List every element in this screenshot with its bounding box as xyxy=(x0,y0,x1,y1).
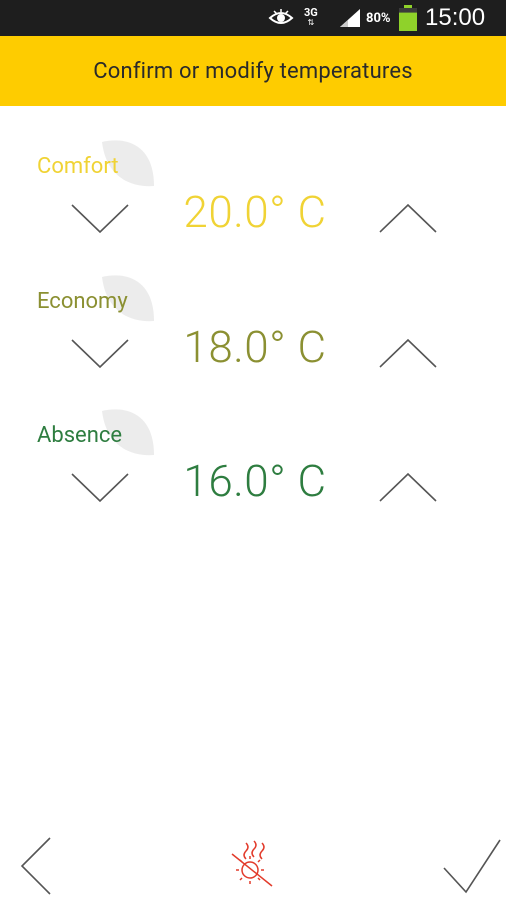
temperature-row-comfort: Comfort 20.0° C xyxy=(0,136,506,266)
increase-comfort-button[interactable] xyxy=(378,202,438,238)
eye-icon xyxy=(268,0,294,36)
temperature-label-absence: Absence xyxy=(37,423,123,448)
status-bar: 3G ⇅ 80% 15:00 xyxy=(0,0,506,36)
chevron-down-icon xyxy=(71,204,129,234)
temperature-row-absence: Absence 16.0° C xyxy=(0,405,506,535)
confirm-button[interactable] xyxy=(440,836,502,900)
increase-absence-button[interactable] xyxy=(378,471,438,507)
temperature-value-economy: 18.0° C xyxy=(183,321,327,373)
battery-percent: 80% xyxy=(366,10,391,26)
battery-icon xyxy=(398,0,418,36)
decrease-absence-button[interactable] xyxy=(70,471,130,507)
decrease-economy-button[interactable] xyxy=(70,337,130,373)
back-button[interactable] xyxy=(18,836,54,900)
checkmark-icon xyxy=(443,839,501,894)
chevron-up-icon xyxy=(379,203,437,233)
temperature-label-comfort: Comfort xyxy=(37,154,119,179)
chevron-up-icon xyxy=(379,338,437,368)
temperature-value-comfort: 20.0° C xyxy=(183,186,327,238)
decrease-comfort-button[interactable] xyxy=(70,202,130,238)
increase-economy-button[interactable] xyxy=(378,337,438,373)
chevron-up-icon xyxy=(379,472,437,502)
eco-mode-button[interactable] xyxy=(226,840,282,894)
sun-heat-off-icon xyxy=(231,840,273,887)
page-title: Confirm or modify temperatures xyxy=(93,58,413,84)
temperature-label-economy: Economy xyxy=(37,289,128,314)
clock-time: 15:00 xyxy=(425,4,486,31)
header-bar: Confirm or modify temperatures xyxy=(0,36,506,106)
back-chevron-icon xyxy=(20,837,51,895)
temperature-value-absence: 16.0° C xyxy=(183,455,327,507)
chevron-down-icon xyxy=(71,339,129,369)
chevron-down-icon xyxy=(71,473,129,503)
temperature-row-economy: Economy 18.0° C xyxy=(0,271,506,401)
network-3g-icon: 3G ⇅ xyxy=(304,6,318,27)
signal-icon xyxy=(338,0,362,36)
network-type: 3G xyxy=(304,6,318,19)
